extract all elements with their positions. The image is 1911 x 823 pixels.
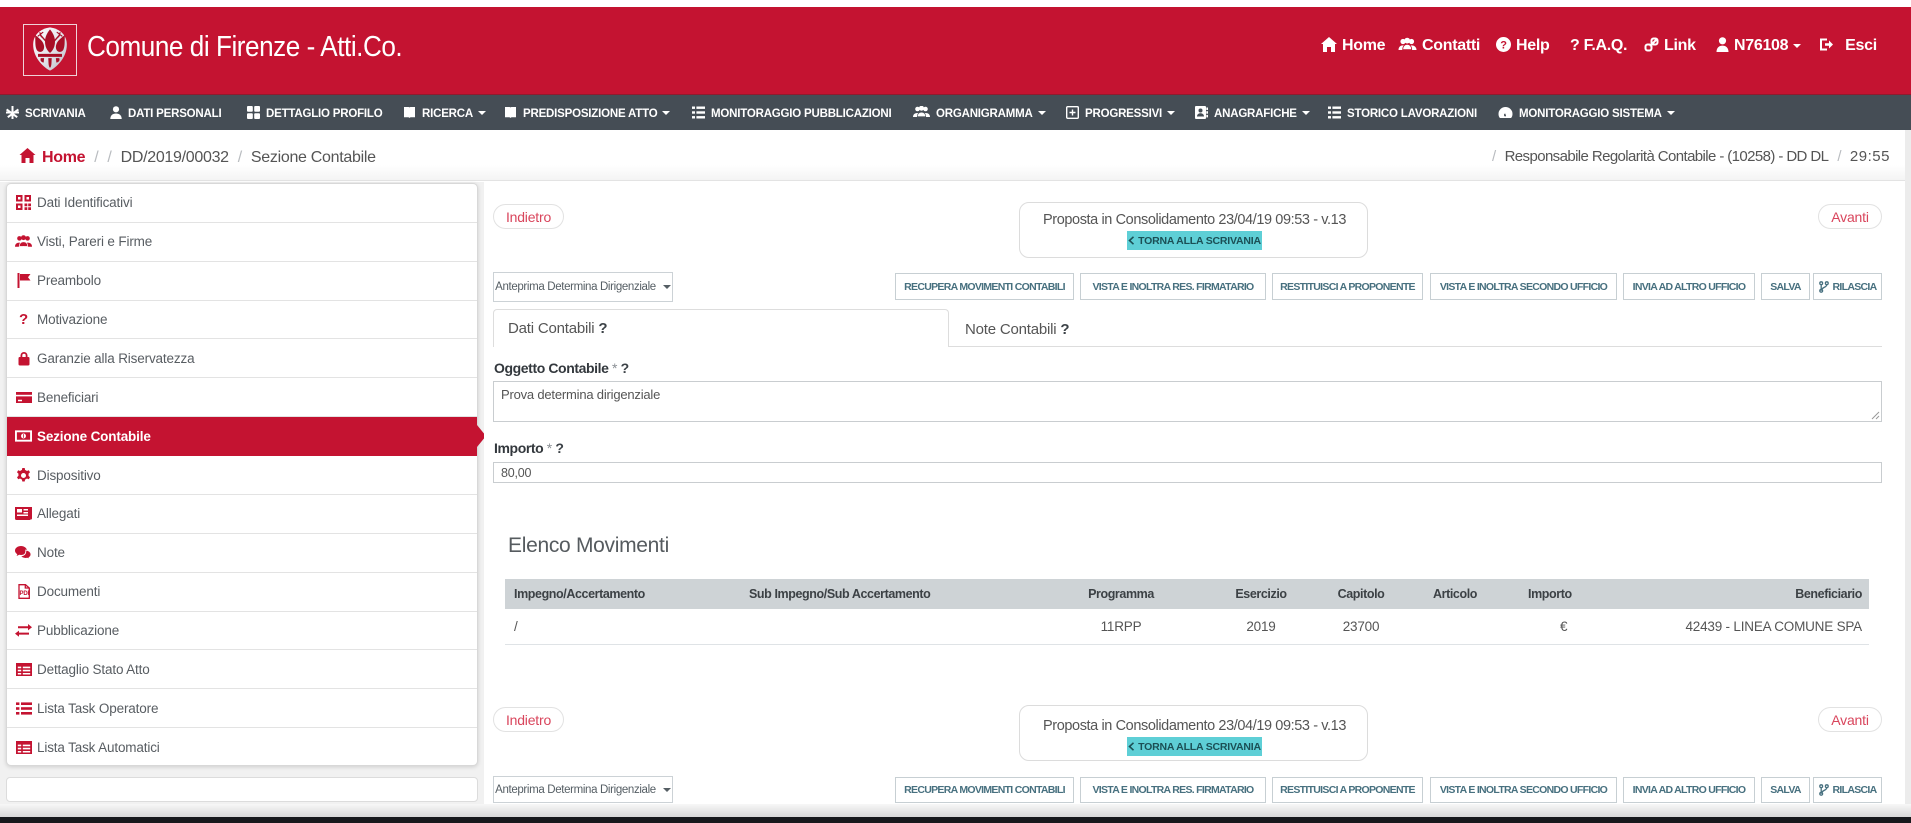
- svg-text:PDF: PDF: [19, 591, 30, 597]
- svg-text:?: ?: [1500, 39, 1507, 51]
